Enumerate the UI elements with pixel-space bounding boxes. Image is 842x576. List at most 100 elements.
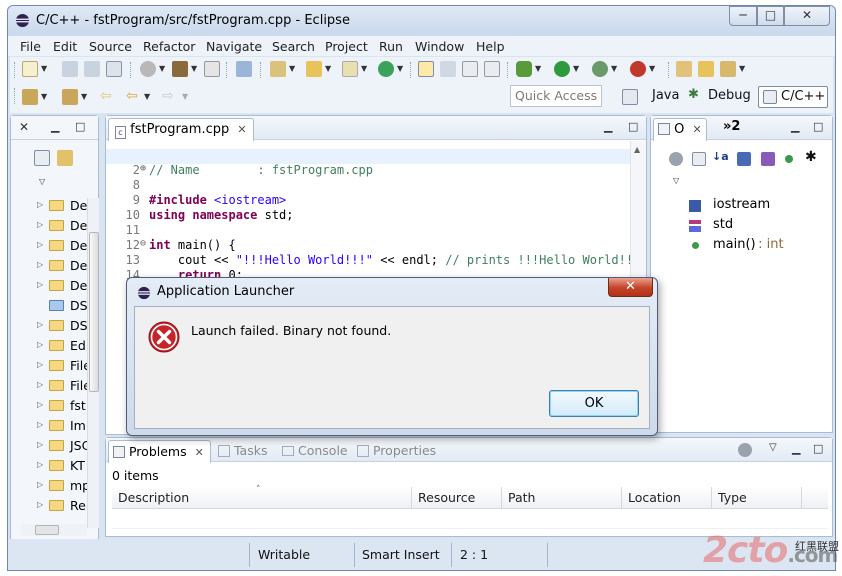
expand-arrow-icon[interactable]: ▷ bbox=[37, 280, 43, 289]
chevron-down-icon[interactable]: ▼ bbox=[535, 64, 541, 73]
expand-arrow-icon[interactable]: ▷ bbox=[37, 340, 43, 349]
show-whitespace-icon[interactable] bbox=[484, 61, 500, 77]
close-tab-icon[interactable]: ✕ bbox=[237, 123, 246, 136]
menu-search[interactable]: Search bbox=[272, 39, 315, 54]
expand-arrow-icon[interactable]: ▷ bbox=[37, 200, 43, 209]
maximize-button[interactable]: □ bbox=[757, 6, 784, 26]
open-folder-icon[interactable] bbox=[698, 61, 714, 77]
column-divider[interactable] bbox=[411, 487, 412, 509]
tree-item[interactable]: ▷ Im bbox=[11, 416, 99, 436]
tree-item[interactable]: ▷ File bbox=[11, 356, 99, 376]
search-icon[interactable] bbox=[440, 61, 456, 77]
expand-arrow-icon[interactable]: ▷ bbox=[37, 420, 43, 429]
minimize-editor-button[interactable]: ▁ bbox=[604, 120, 612, 133]
tab-problems[interactable]: Problems ✕ bbox=[108, 440, 211, 463]
minimize-view-button[interactable]: ▁ bbox=[792, 442, 800, 455]
menu-window[interactable]: Window bbox=[415, 39, 464, 54]
tab-console[interactable]: Console bbox=[282, 443, 348, 458]
hide-macros-icon[interactable]: ✱ bbox=[805, 149, 817, 165]
group-icon[interactable] bbox=[669, 152, 683, 166]
expand-arrow-icon[interactable]: ▷ bbox=[37, 460, 43, 469]
chevron-down-icon[interactable]: ▼ bbox=[649, 64, 655, 73]
maximize-view-button[interactable]: □ bbox=[813, 442, 823, 455]
hide-nonpublic-icon[interactable] bbox=[785, 155, 793, 163]
scroll-up-icon[interactable]: ▲ bbox=[634, 145, 640, 154]
new-source-file-icon[interactable] bbox=[342, 61, 358, 77]
menu-refactor[interactable]: Refactor bbox=[143, 39, 195, 54]
profile-icon[interactable] bbox=[630, 61, 646, 77]
tree-item[interactable]: ▷ De bbox=[11, 236, 99, 256]
debug-perspective-button[interactable]: Debug bbox=[708, 88, 751, 103]
dialog-close-button[interactable]: ✕ bbox=[608, 278, 653, 297]
hide-fields-icon[interactable] bbox=[737, 152, 751, 166]
project-explorer-scrollbar[interactable] bbox=[87, 198, 99, 528]
project-explorer-hscrollbar[interactable] bbox=[21, 524, 87, 536]
column-divider[interactable] bbox=[621, 487, 622, 509]
chevron-down-icon[interactable]: ▼ bbox=[81, 92, 87, 101]
tree-item[interactable]: ▷ KT bbox=[11, 456, 99, 476]
scroll-thumb[interactable] bbox=[89, 232, 99, 392]
menu-project[interactable]: Project bbox=[325, 39, 368, 54]
java-perspective-button[interactable]: Java bbox=[652, 88, 679, 103]
new-class-icon[interactable] bbox=[270, 61, 286, 77]
expand-arrow-icon[interactable]: ▷ bbox=[37, 500, 43, 509]
new-icon[interactable] bbox=[22, 61, 38, 77]
back-icon[interactable]: ⇦ bbox=[126, 88, 138, 104]
hide-static-icon[interactable] bbox=[761, 152, 775, 166]
title-bar[interactable]: C/C++ - fstProgram/src/fstProgram.cpp - … bbox=[8, 6, 835, 36]
tree-item[interactable]: ▷ Ed bbox=[11, 336, 99, 356]
quick-access-input[interactable]: Quick Access bbox=[510, 85, 602, 107]
chevron-down-icon[interactable]: ▼ bbox=[41, 64, 47, 73]
tree-item[interactable]: ▷ Re bbox=[11, 496, 99, 516]
expand-arrow-icon[interactable]: ▷ bbox=[37, 260, 43, 269]
column-divider[interactable] bbox=[801, 487, 802, 509]
minimize-button[interactable]: ─ bbox=[729, 6, 757, 26]
chevron-down-icon[interactable]: ▼ bbox=[144, 92, 150, 101]
refresh-icon[interactable] bbox=[378, 61, 394, 77]
expand-arrow-icon[interactable]: ▷ bbox=[37, 360, 43, 369]
tree-item[interactable]: DS bbox=[11, 296, 99, 316]
run-external-icon[interactable] bbox=[592, 61, 608, 77]
column-divider[interactable] bbox=[711, 487, 712, 509]
tree-item[interactable]: ▷ fst bbox=[11, 396, 99, 416]
close-window-button[interactable]: ✕ bbox=[784, 6, 830, 26]
tab-fstprogram-cpp[interactable]: c fstProgram.cpp ✕ bbox=[108, 118, 254, 141]
build-hammer-icon[interactable] bbox=[172, 61, 188, 77]
column-type[interactable]: Type bbox=[718, 490, 747, 505]
tree-item[interactable]: ▷ mp bbox=[11, 476, 99, 496]
chevron-down-icon[interactable]: ▼ bbox=[182, 92, 188, 101]
forward-icon[interactable]: ⇨ bbox=[162, 88, 174, 104]
menu-file[interactable]: File bbox=[20, 39, 41, 54]
close-tab-icon[interactable]: ✕ bbox=[195, 446, 204, 459]
new-folder-icon[interactable] bbox=[306, 61, 322, 77]
expand-arrow-icon[interactable]: ▷ bbox=[37, 320, 43, 329]
next-annotation-icon[interactable] bbox=[22, 89, 38, 105]
chevron-down-icon[interactable]: ▼ bbox=[573, 64, 579, 73]
tree-item[interactable]: ▷ File bbox=[11, 376, 99, 396]
group-icon[interactable] bbox=[738, 443, 752, 457]
dialog-frame[interactable]: Application Launcher ✕ Launch failed. Bi… bbox=[126, 277, 658, 436]
maximize-view-button[interactable]: □ bbox=[75, 120, 85, 133]
column-resource[interactable]: Resource bbox=[418, 490, 475, 505]
save-all-icon[interactable] bbox=[84, 61, 100, 77]
tree-item[interactable]: ▷ JSC bbox=[11, 436, 99, 456]
project-explorer-close[interactable]: ✕ bbox=[19, 120, 29, 134]
run-icon[interactable] bbox=[554, 61, 570, 77]
view-menu-chevron-icon[interactable]: ▽ bbox=[39, 177, 45, 186]
chevron-down-icon[interactable]: ▼ bbox=[159, 64, 165, 73]
highlight-marker-icon[interactable] bbox=[418, 61, 434, 77]
chevron-down-icon[interactable]: ▼ bbox=[361, 64, 367, 73]
save-icon[interactable] bbox=[62, 61, 78, 77]
link-editor-icon[interactable] bbox=[57, 150, 73, 166]
previous-annotation-icon[interactable] bbox=[62, 89, 78, 105]
debug-pointer-icon[interactable] bbox=[236, 61, 252, 77]
cpp-perspective-button[interactable]: C/C++ bbox=[758, 86, 828, 108]
tab-outline[interactable]: O ✕ bbox=[653, 118, 707, 141]
ok-button[interactable]: OK bbox=[549, 390, 639, 417]
minimize-view-button[interactable]: ▁ bbox=[51, 120, 59, 133]
chevron-down-icon[interactable]: ▼ bbox=[191, 64, 197, 73]
expand-arrow-icon[interactable]: ▷ bbox=[37, 440, 43, 449]
chevron-down-icon[interactable]: ▼ bbox=[325, 64, 331, 73]
expand-arrow-icon[interactable]: ▷ bbox=[37, 480, 43, 489]
status-insert-mode[interactable]: Smart Insert bbox=[362, 547, 440, 562]
